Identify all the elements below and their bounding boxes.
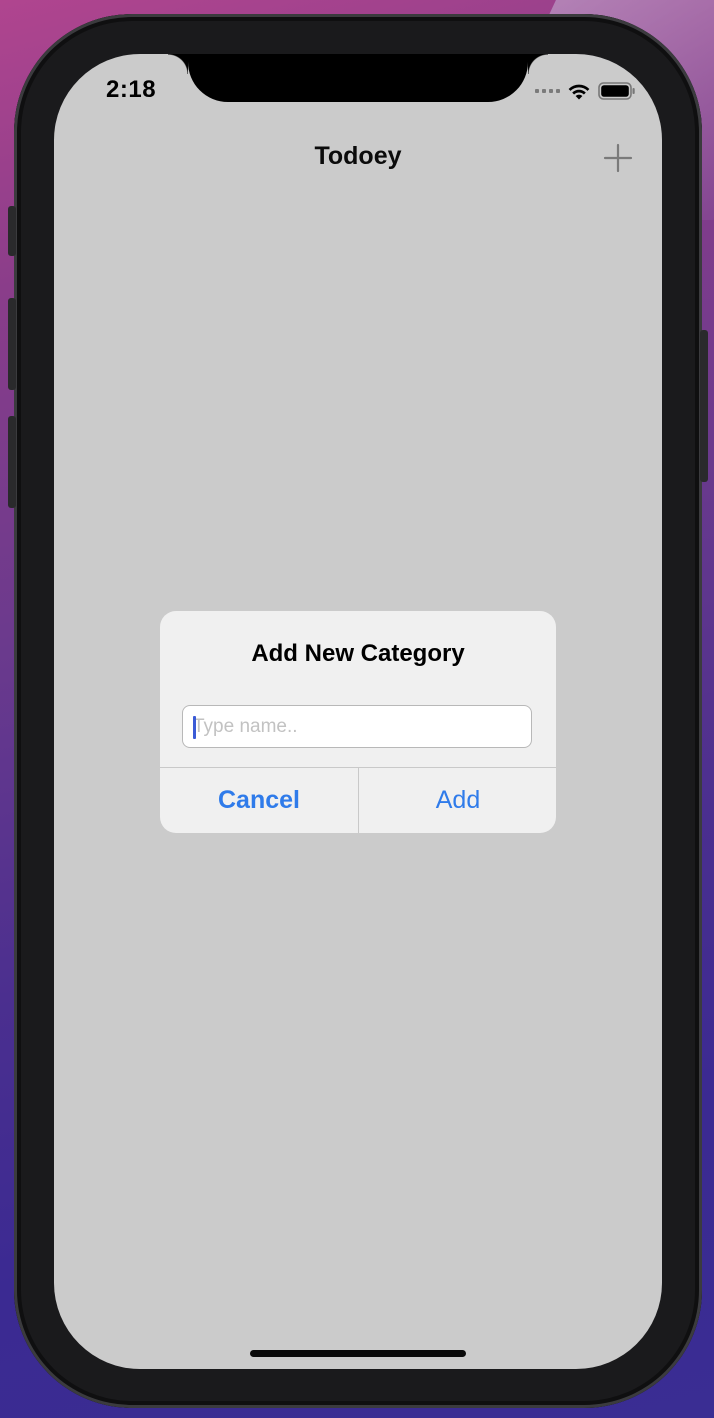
plus-icon[interactable] [602,142,634,174]
category-name-field[interactable] [182,705,532,748]
app-screen: 2:18 Todoey Add New Category Cancel Add [54,54,662,1369]
cellular-signal-icon [535,89,560,93]
category-name-input[interactable] [193,706,513,747]
status-indicators [535,80,636,102]
alert-title: Add New Category [251,640,465,667]
add-category-alert: Add New Category Cancel Add [160,611,556,833]
power-button [700,330,708,482]
nav-title: Todoey [314,142,402,170]
cancel-button[interactable]: Cancel [160,768,358,833]
status-time: 2:18 [106,76,157,103]
wifi-icon [568,84,590,100]
volume-up-button [8,298,16,390]
text-caret [193,716,196,739]
home-indicator[interactable] [250,1350,466,1357]
sensor-notch [168,54,548,102]
battery-icon [598,82,635,100]
volume-down-button [8,416,16,508]
mute-switch [8,206,16,256]
add-button[interactable]: Add [359,768,556,833]
